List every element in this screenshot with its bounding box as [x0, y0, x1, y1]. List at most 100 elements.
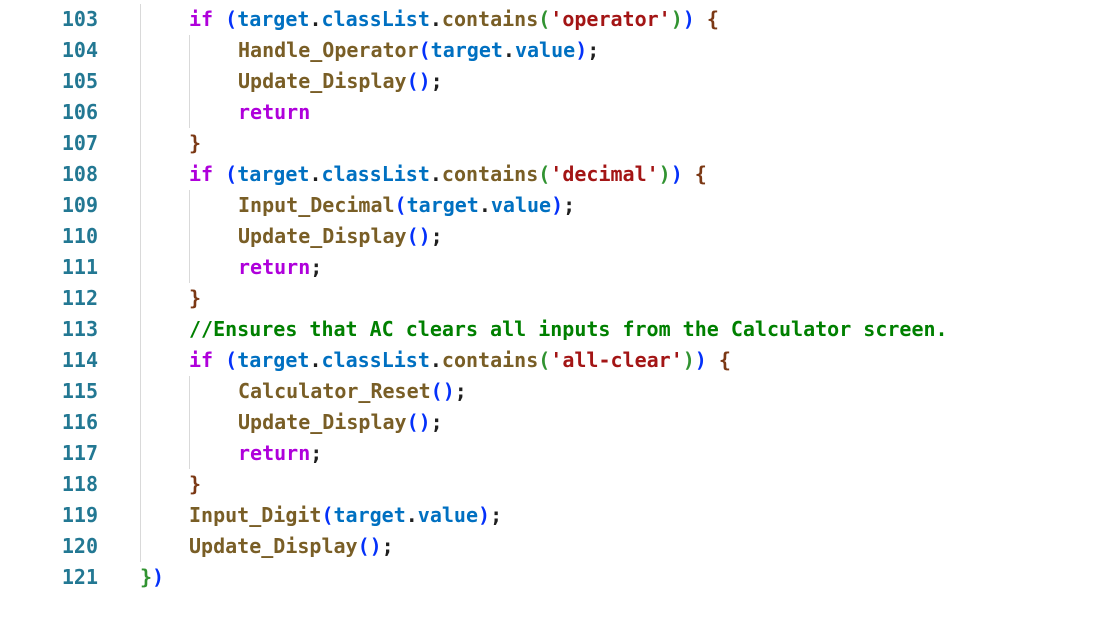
code-token: Calculator_Reset — [238, 379, 431, 403]
code-token: } — [189, 131, 202, 155]
code-line[interactable]: Input_Digit(target.value); — [189, 500, 502, 531]
code-token: Input_Digit — [189, 503, 322, 527]
code-token: . — [429, 162, 442, 186]
code-token: ( — [538, 348, 551, 372]
line-number: 105 — [61, 69, 98, 93]
line-number: 111 — [61, 255, 98, 279]
code-token: ( — [225, 162, 238, 186]
code-token: value — [490, 193, 552, 217]
code-token: value — [514, 38, 576, 62]
code-token: //Ensures that AC clears all inputs from… — [189, 317, 948, 341]
code-token: ; — [430, 410, 443, 434]
code-token: ; — [563, 193, 576, 217]
code-token: contains — [441, 348, 539, 372]
code-token: Update_Display — [189, 534, 358, 558]
code-token: ) — [682, 348, 695, 372]
code-token: 'operator' — [550, 7, 671, 31]
code-token: 'all-clear' — [550, 348, 683, 372]
code-line[interactable]: } — [189, 469, 201, 500]
line-number: 119 — [61, 503, 98, 527]
code-line[interactable]: return; — [238, 252, 322, 283]
code-token: ( — [225, 7, 238, 31]
code-token: ) — [152, 565, 165, 589]
code-token: ( — [418, 38, 431, 62]
code-line[interactable]: Calculator_Reset(); — [238, 376, 467, 407]
code-line[interactable]: return; — [238, 438, 322, 469]
line-number: 118 — [61, 472, 98, 496]
code-line[interactable]: Update_Display(); — [189, 531, 394, 562]
code-line[interactable]: } — [189, 283, 201, 314]
code-token: . — [309, 7, 322, 31]
code-line[interactable]: } — [189, 128, 201, 159]
code-token: return — [238, 441, 311, 465]
code-line[interactable]: Update_Display(); — [238, 407, 443, 438]
code-token: () — [406, 69, 431, 93]
code-token: ; — [310, 441, 323, 465]
indent-guide — [140, 4, 141, 562]
code-token: ) — [478, 503, 491, 527]
line-number: 117 — [61, 441, 98, 465]
code-token: target — [333, 503, 406, 527]
code-token: } — [189, 286, 202, 310]
code-token: ; — [587, 38, 600, 62]
code-token: . — [429, 7, 442, 31]
code-editor[interactable]: 103 104 105 106 107 108 109 110 111 112 113 114 115 1… — [0, 0, 1101, 626]
code-token: contains — [441, 162, 539, 186]
code-token: if — [189, 348, 214, 372]
code-token: Update_Display — [238, 69, 407, 93]
code-line[interactable]: Update_Display(); — [238, 66, 443, 97]
code-line[interactable]: Input_Decimal(target.value); — [238, 190, 575, 221]
code-token: Handle_Operator — [238, 38, 419, 62]
code-token: target — [237, 162, 310, 186]
code-line[interactable]: Handle_Operator(target.value); — [238, 35, 599, 66]
line-number: 113 — [61, 317, 98, 341]
code-token: contains — [441, 7, 539, 31]
line-number: 112 — [61, 286, 98, 310]
code-token: ) — [682, 7, 695, 31]
code-token: . — [502, 38, 515, 62]
code-token: classList — [321, 348, 430, 372]
line-number: 106 — [61, 100, 98, 124]
line-number: 116 — [61, 410, 98, 434]
code-line[interactable]: //Ensures that AC clears all inputs from… — [189, 314, 948, 345]
indent-guide — [189, 376, 190, 469]
code-token: ; — [381, 534, 394, 558]
code-line[interactable]: Update_Display(); — [238, 221, 443, 252]
code-token: ; — [430, 224, 443, 248]
code-token: () — [430, 379, 455, 403]
indent-guide — [189, 190, 190, 283]
code-token: . — [309, 348, 322, 372]
line-number: 121 — [61, 565, 98, 589]
code-token: Update_Display — [238, 224, 407, 248]
code-token: ( — [394, 193, 407, 217]
code-token: () — [406, 410, 431, 434]
code-token: 'decimal' — [550, 162, 659, 186]
code-token: . — [405, 503, 418, 527]
code-token: ) — [670, 7, 683, 31]
code-token: ; — [454, 379, 467, 403]
code-line[interactable]: }) — [140, 562, 164, 593]
code-token: Update_Display — [238, 410, 407, 434]
line-number: 109 — [61, 193, 98, 217]
code-line[interactable]: return — [238, 97, 310, 128]
code-token: return — [238, 255, 311, 279]
code-token: . — [478, 193, 491, 217]
code-token: if — [189, 7, 214, 31]
line-number: 103 — [61, 7, 98, 31]
code-token: ; — [430, 69, 443, 93]
code-token: target — [237, 348, 310, 372]
code-token: target — [406, 193, 479, 217]
code-line[interactable]: if (target.classList.contains('decimal')… — [189, 159, 707, 190]
line-number: 120 — [61, 534, 98, 558]
code-token: { — [694, 162, 707, 186]
code-token: . — [429, 348, 442, 372]
code-line[interactable]: if (target.classList.contains('operator'… — [189, 4, 719, 35]
code-line[interactable]: if (target.classList.contains('all-clear… — [189, 345, 731, 376]
code-token: () — [357, 534, 382, 558]
line-number: 107 — [61, 131, 98, 155]
code-token: ) — [694, 348, 707, 372]
